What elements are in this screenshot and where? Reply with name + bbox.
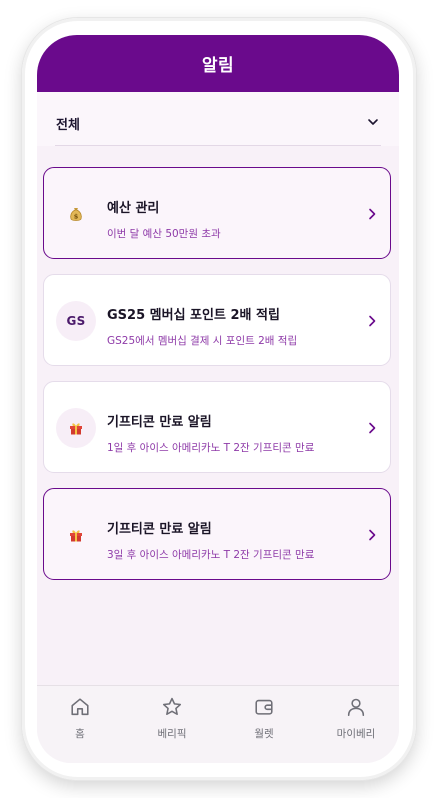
star-icon <box>162 697 182 716</box>
gift-icon <box>56 408 96 448</box>
notification-desc: 3일 후 아이스 아메리카노 T 2잔 기프티콘 만료 <box>107 549 315 561</box>
chevron-right-icon <box>369 208 376 220</box>
tab-my-berry[interactable]: 마이베리 <box>316 696 396 741</box>
page-title: 알림 <box>201 56 235 76</box>
bottom-tab-bar: 홈 베리픽 월렛 마이베리 <box>37 685 399 763</box>
notification-title: GS25 멤버십 포인트 2배 적립 <box>107 308 280 323</box>
notification-desc: 이번 달 예산 50만원 초과 <box>107 228 221 240</box>
tab-wallet[interactable]: 월렛 <box>224 696 304 741</box>
notification-title: 기프티콘 만료 알림 <box>107 415 212 430</box>
notification-card-budget[interactable]: $ 예산 관리 이번 달 예산 50만원 초과 <box>43 167 391 259</box>
divider <box>55 145 381 146</box>
wallet-icon <box>255 699 273 715</box>
money-bag-icon: $ <box>56 194 96 234</box>
notification-title: 예산 관리 <box>107 201 160 216</box>
tab-home[interactable]: 홈 <box>40 696 120 741</box>
app-screen: 알림 전체 $ 예산 관리 이번 달 예산 50만원 초과 GS GS25 멤버… <box>37 35 399 763</box>
tab-label: 홈 <box>75 728 85 740</box>
gs-logo-text: GS <box>66 314 86 328</box>
chevron-right-icon <box>369 422 376 434</box>
tab-label: 마이베리 <box>336 728 376 740</box>
notification-card-gs25[interactable]: GS GS25 멤버십 포인트 2배 적립 GS25에서 멤버십 결제 시 포인… <box>43 274 391 366</box>
user-icon <box>347 698 365 717</box>
notification-card-gifticon-1[interactable]: 기프티콘 만료 알림 1일 후 아이스 아메리카노 T 2잔 기프티콘 만료 <box>43 381 391 473</box>
notification-desc: 1일 후 아이스 아메리카노 T 2잔 기프티콘 만료 <box>107 442 315 454</box>
filter-dropdown[interactable]: 전체 <box>37 92 399 146</box>
app-header: 알림 <box>37 35 399 92</box>
tab-label: 월렛 <box>254 728 274 740</box>
filter-selected-label: 전체 <box>56 118 80 133</box>
chevron-right-icon <box>369 315 376 327</box>
notification-title: 기프티콘 만료 알림 <box>107 522 212 537</box>
notification-card-gifticon-2[interactable]: 기프티콘 만료 알림 3일 후 아이스 아메리카노 T 2잔 기프티콘 만료 <box>43 488 391 580</box>
tab-berry-pick[interactable]: 베리픽 <box>132 696 212 741</box>
tab-label: 베리픽 <box>157 728 187 740</box>
gs-logo: GS <box>56 301 96 341</box>
home-icon <box>71 698 89 716</box>
gift-icon <box>56 515 96 555</box>
notification-desc: GS25에서 멤버십 결제 시 포인트 2배 적립 <box>107 335 298 347</box>
chevron-down-icon <box>368 119 378 125</box>
svg-text:$: $ <box>74 213 79 221</box>
chevron-right-icon <box>369 529 376 541</box>
